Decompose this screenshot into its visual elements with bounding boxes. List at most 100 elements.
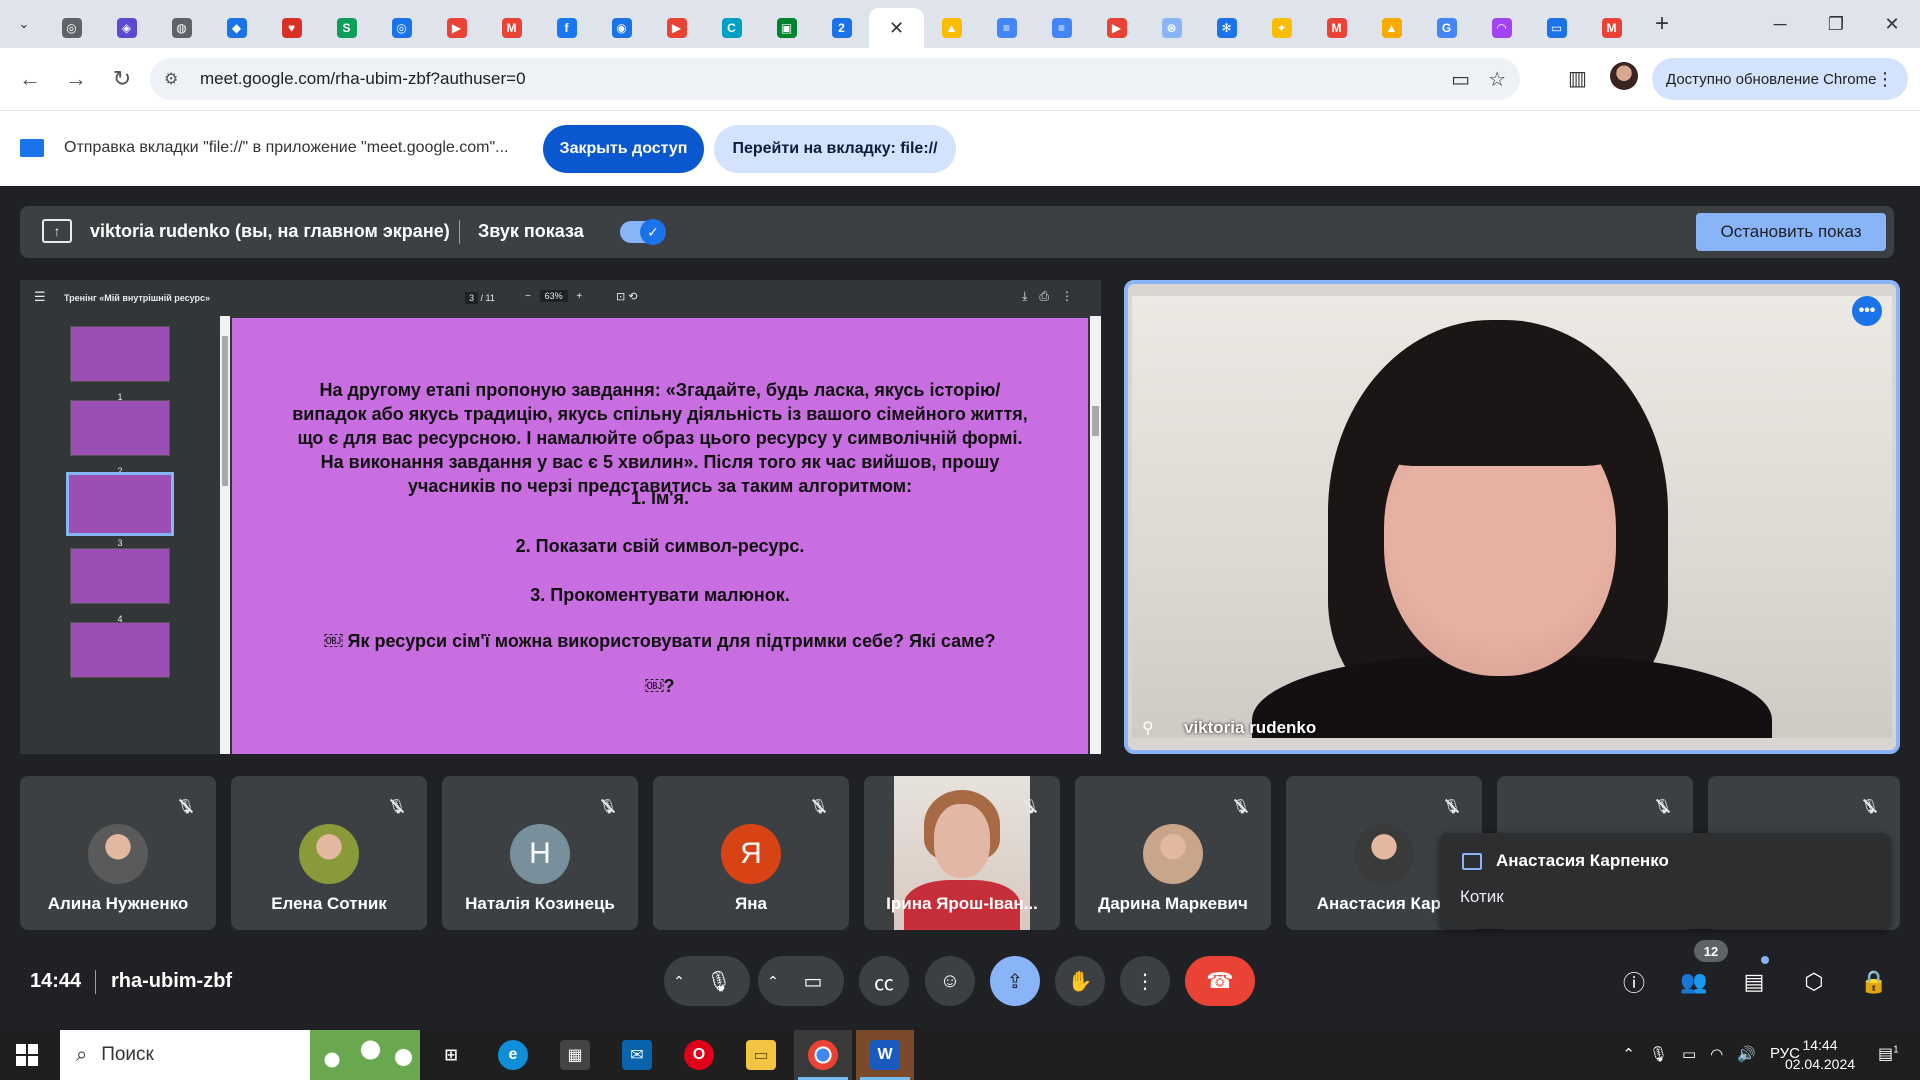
browser-tab[interactable]: ⊛ — [1144, 8, 1199, 48]
chat-notification[interactable]: Анастасия Карпенко Котик — [1440, 833, 1890, 929]
share-sound-toggle[interactable]: ✓ — [620, 219, 666, 245]
pdf-thumbnail[interactable] — [70, 622, 170, 678]
scrollbar-thumb[interactable] — [1092, 406, 1099, 436]
participant-tile[interactable]: 🎙 Дарина Маркевич — [1075, 776, 1271, 930]
edge-icon[interactable]: e — [484, 1030, 542, 1080]
browser-tab[interactable]: ◠ — [1474, 8, 1529, 48]
menu-icon[interactable]: ☰ — [34, 289, 46, 305]
address-bar[interactable]: ⚙ meet.google.com/rha-ubim-zbf?authuser=… — [150, 58, 1520, 100]
go-to-tab-button[interactable]: Перейти на вкладку: file:// — [714, 125, 956, 173]
stop-presenting-button[interactable]: Остановить показ — [1696, 213, 1886, 251]
taskbar-clock[interactable]: 14:44 02.04.2024 — [1770, 1036, 1870, 1074]
pdf-thumbnail[interactable] — [70, 400, 170, 456]
video-settings-chevron-icon[interactable]: ⌃ — [758, 973, 788, 990]
camera-button[interactable]: ▭ — [788, 956, 838, 1006]
people-icon[interactable]: 👥 — [1672, 960, 1716, 1004]
browser-tab[interactable]: ✻ — [1199, 8, 1254, 48]
store-icon[interactable]: ▦ — [546, 1030, 604, 1080]
profile-avatar[interactable] — [1610, 62, 1638, 90]
word-icon[interactable]: W — [856, 1030, 914, 1080]
raise-hand-button[interactable]: ✋ — [1055, 956, 1105, 1006]
more-vert-icon[interactable]: ⋮ — [1876, 69, 1894, 90]
zoom-out-icon[interactable]: − — [525, 291, 531, 302]
site-settings-icon[interactable]: ⚙ — [164, 69, 188, 89]
zoom-in-icon[interactable]: + — [576, 291, 582, 302]
tile-options-icon[interactable]: ••• — [1852, 296, 1882, 326]
page-scrollbar[interactable] — [1090, 316, 1101, 754]
browser-tab[interactable]: ≡ — [1034, 8, 1089, 48]
volume-icon[interactable]: 🔊 — [1737, 1045, 1756, 1063]
browser-tab[interactable]: ◎ — [44, 8, 99, 48]
chat-icon[interactable]: ▤ — [1732, 960, 1776, 1004]
activities-icon[interactable]: ⬡ — [1792, 960, 1836, 1004]
microphone-button[interactable]: 🎙 — [694, 956, 744, 1006]
browser-tab[interactable]: ◉ — [594, 8, 649, 48]
opera-icon[interactable]: O — [670, 1030, 728, 1080]
emoji-reactions-button[interactable]: ☺ — [925, 956, 975, 1006]
close-access-button[interactable]: Закрыть доступ — [543, 125, 704, 173]
mail-icon[interactable]: ✉ — [608, 1030, 666, 1080]
camera-in-use-icon[interactable]: ▭ — [1451, 67, 1470, 92]
print-icon[interactable]: ⎙ — [1039, 289, 1061, 303]
browser-tab[interactable]: ♥ — [264, 8, 319, 48]
browser-tab[interactable]: 2 — [814, 8, 869, 48]
wifi-icon[interactable]: ◠ — [1710, 1045, 1723, 1063]
participant-tile[interactable]: Н 🎙 Наталія Козинець — [442, 776, 638, 930]
zoom-value[interactable]: 63% — [539, 290, 568, 302]
task-view-icon[interactable]: ⊞ — [422, 1030, 480, 1080]
present-now-button[interactable]: ⇪ — [990, 956, 1040, 1006]
more-vert-icon[interactable]: ⋮ — [1061, 289, 1085, 303]
tray-chevron-icon[interactable]: ⌃ — [1622, 1045, 1635, 1063]
browser-tab[interactable]: ▭ — [1529, 8, 1584, 48]
browser-tab[interactable]: M — [1584, 8, 1639, 48]
fit-page-icon[interactable]: ⊡ ⟲ — [616, 290, 638, 303]
meeting-details-icon[interactable]: ⓘ — [1612, 960, 1656, 1004]
browser-tab[interactable]: ✦ — [1254, 8, 1309, 48]
forward-icon[interactable]: → — [56, 59, 96, 99]
close-tab-icon[interactable]: ✕ — [889, 18, 904, 39]
browser-tab[interactable]: ◎ — [374, 8, 429, 48]
browser-tab[interactable]: ▲ — [924, 8, 979, 48]
new-tab-button[interactable]: + — [1645, 7, 1679, 41]
leave-call-button[interactable]: ☎ — [1185, 956, 1255, 1006]
pdf-thumbnail[interactable] — [66, 472, 174, 536]
participant-tile[interactable]: 🎙 Алина Нужненко — [20, 776, 216, 930]
browser-tab[interactable]: ▲ — [1364, 8, 1419, 48]
browser-tab[interactable]: ◈ — [99, 8, 154, 48]
browser-tab[interactable]: M — [1309, 8, 1364, 48]
browser-tab[interactable]: ▣ — [759, 8, 814, 48]
pdf-thumbnail[interactable] — [70, 548, 170, 604]
participant-tile[interactable]: 🎙 Елена Сотник — [231, 776, 427, 930]
minimize-icon[interactable]: ─ — [1752, 0, 1808, 48]
reload-icon[interactable]: ↻ — [102, 59, 142, 99]
browser-tab[interactable]: S — [319, 8, 374, 48]
browser-tab[interactable]: M — [484, 8, 539, 48]
chrome-taskbar-icon[interactable] — [794, 1030, 852, 1080]
browser-tab[interactable]: ▶ — [649, 8, 704, 48]
presenter-video-tile[interactable]: ••• ⚲ viktoria rudenko — [1124, 280, 1900, 754]
chrome-update-button[interactable]: Доступно обновление Chrome ⋮ — [1652, 58, 1908, 100]
browser-tab[interactable]: ▶ — [1089, 8, 1144, 48]
thumbnails-scrollbar[interactable] — [220, 316, 230, 754]
browser-tab[interactable]: ◆ — [209, 8, 264, 48]
participant-tile[interactable]: Я 🎙 Яна — [653, 776, 849, 930]
url-text[interactable]: meet.google.com/rha-ubim-zbf?authuser=0 — [200, 69, 526, 89]
download-icon[interactable]: ⤓ — [1022, 289, 1039, 303]
browser-tab[interactable]: f — [539, 8, 594, 48]
mic-tray-icon[interactable]: 🎙 — [1649, 1045, 1668, 1063]
browser-tab[interactable]: ≡ — [979, 8, 1034, 48]
side-panel-icon[interactable]: ▥ — [1568, 66, 1587, 91]
taskbar-search[interactable]: ⌕ Поиск — [60, 1030, 420, 1080]
host-controls-icon[interactable]: 🔒 — [1852, 960, 1896, 1004]
participant-tile[interactable]: 🎙 Ірина Ярош-Іван... — [864, 776, 1060, 930]
captions-button[interactable]: ㏄ — [859, 956, 909, 1006]
browser-tab[interactable]: ◍ — [154, 8, 209, 48]
browser-tab-active[interactable]: ✕ — [869, 8, 924, 48]
more-options-button[interactable]: ⋮ — [1120, 956, 1170, 1006]
windows-start-icon[interactable] — [16, 1044, 38, 1066]
audio-settings-chevron-icon[interactable]: ⌃ — [664, 973, 694, 990]
browser-tab[interactable]: C — [704, 8, 759, 48]
back-icon[interactable]: ← — [10, 59, 50, 99]
bookmark-star-icon[interactable]: ☆ — [1488, 67, 1506, 92]
pin-icon[interactable]: ⚲ — [1142, 718, 1154, 738]
